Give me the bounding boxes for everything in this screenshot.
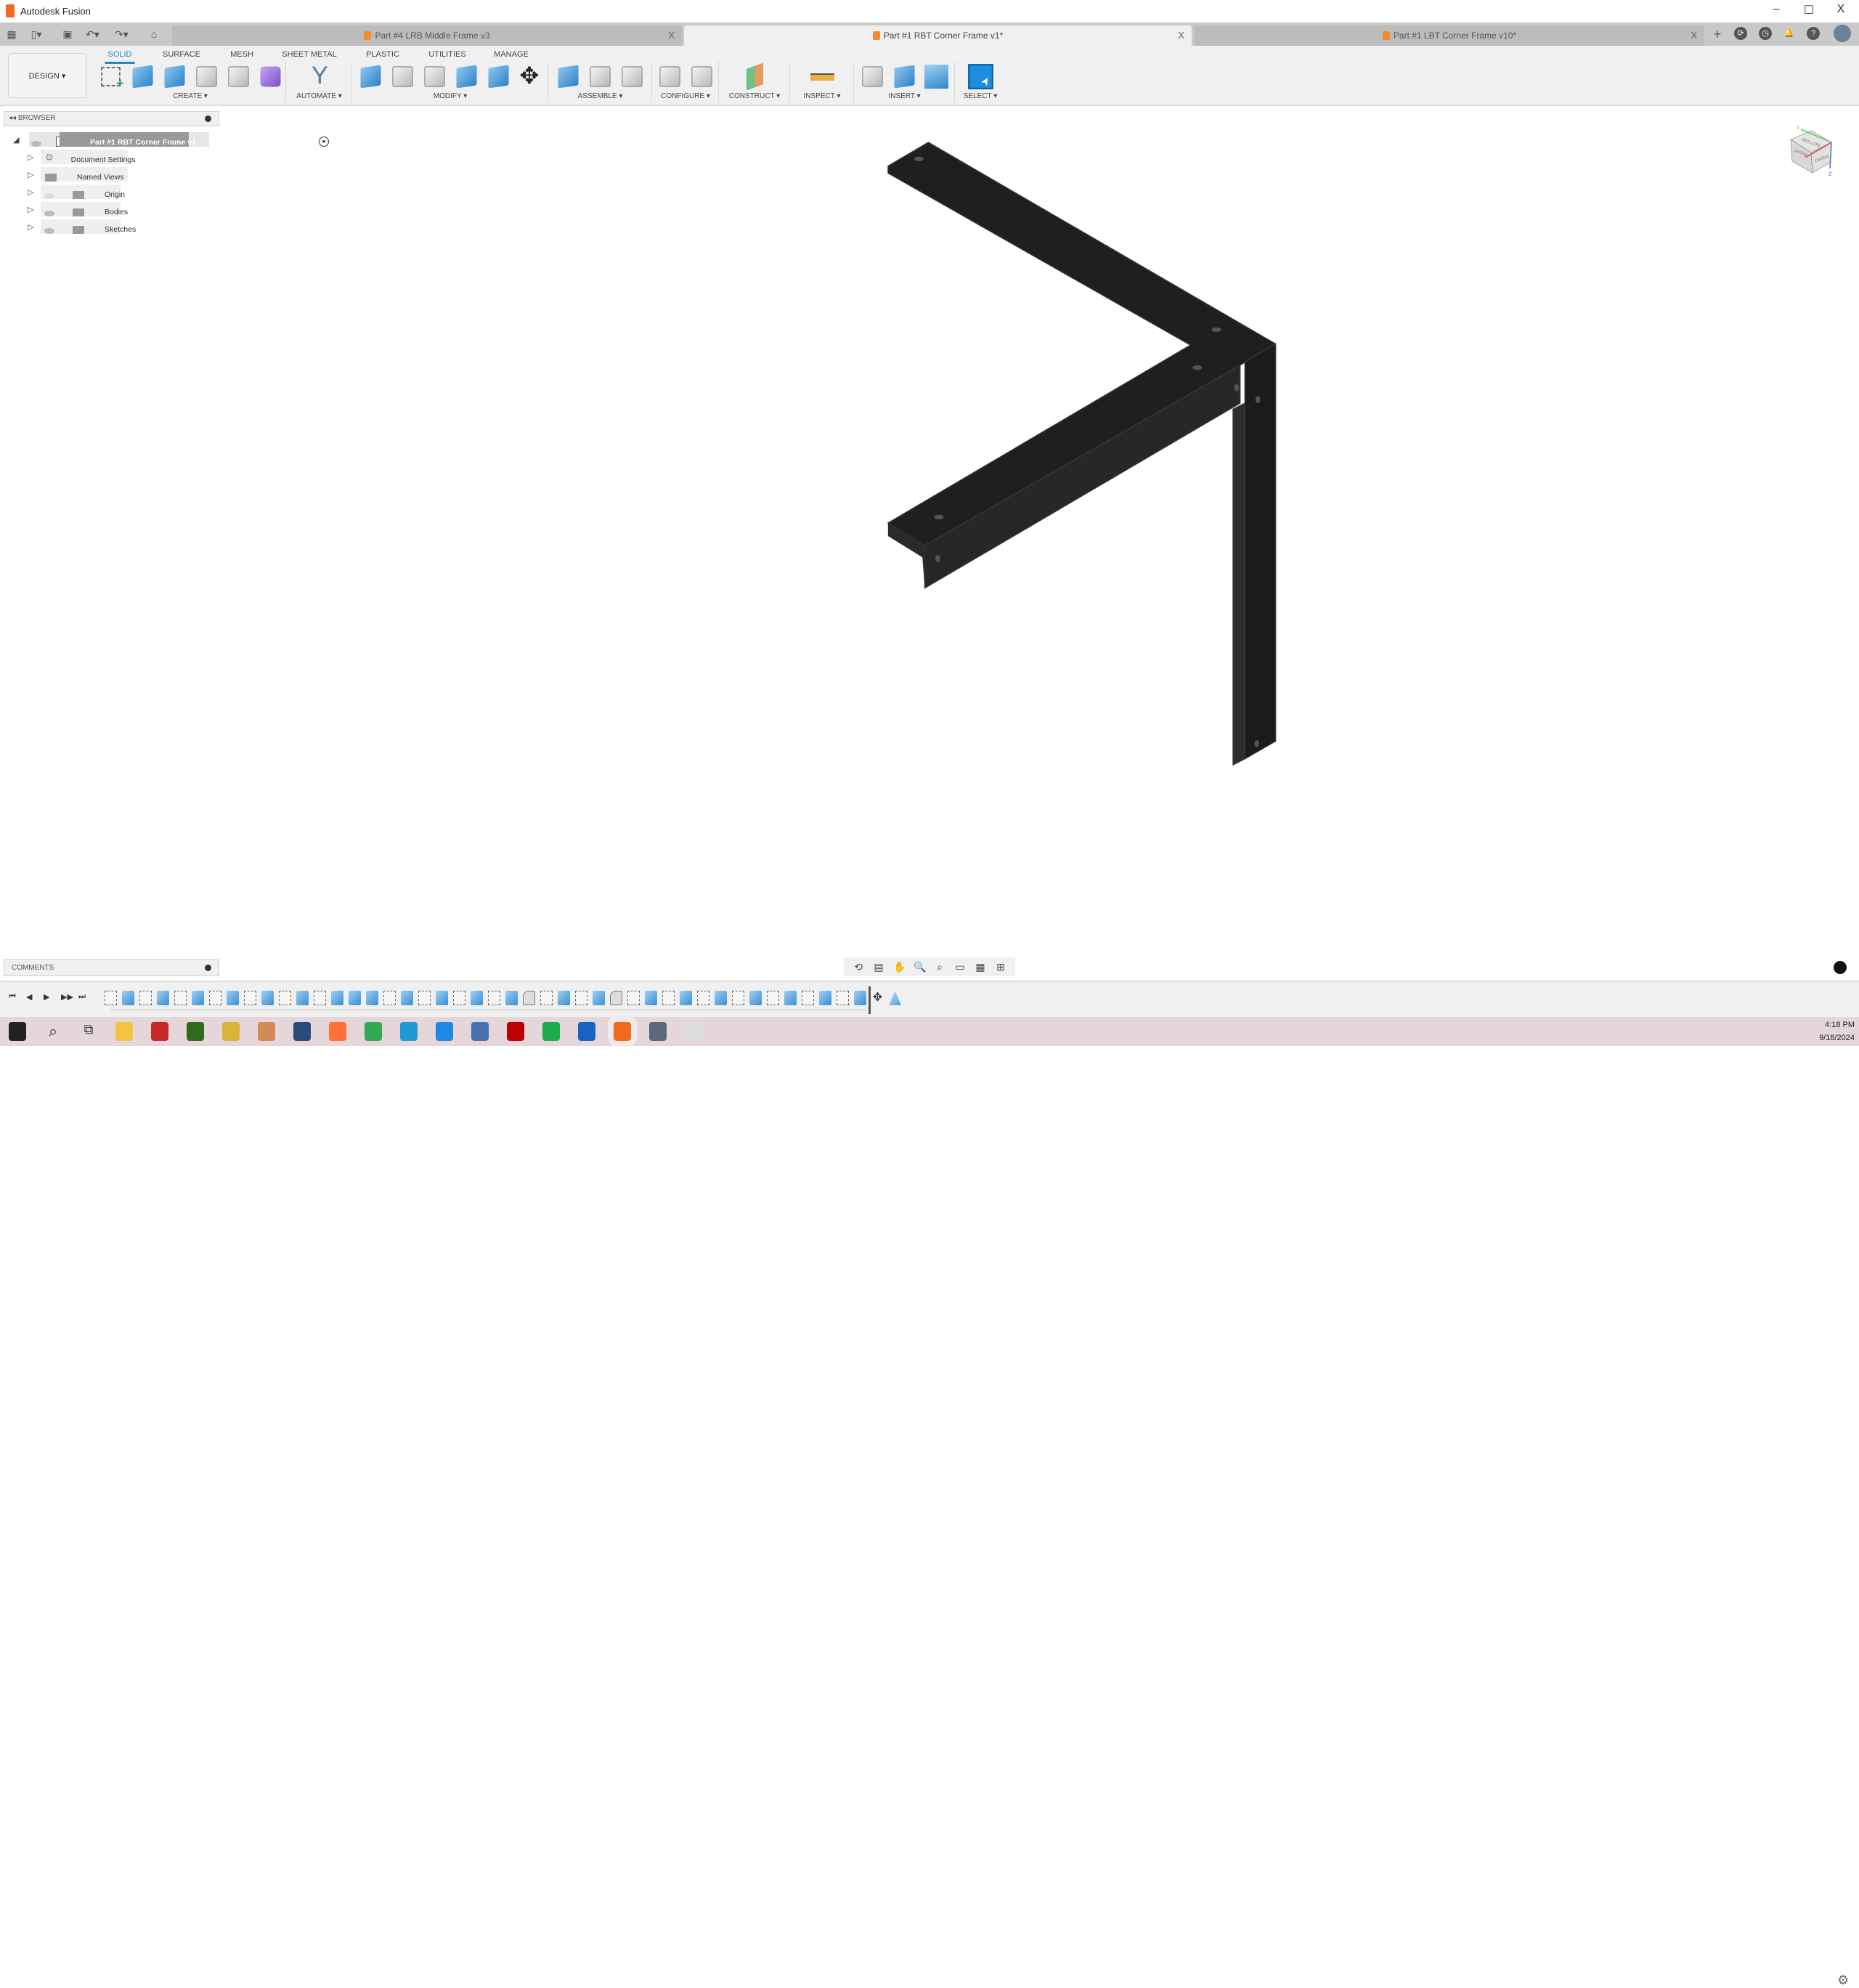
timeline-feature-extrude[interactable] xyxy=(401,991,413,1005)
timeline-feature-sketch[interactable] xyxy=(453,991,465,1005)
edge-icon[interactable] xyxy=(400,1022,418,1041)
es-app-icon[interactable] xyxy=(151,1022,168,1041)
timeline-settings-gear-icon[interactable]: ⚙ xyxy=(1837,1973,1849,1988)
timeline-feature-sketch[interactable] xyxy=(105,991,117,1005)
file-explorer-icon[interactable] xyxy=(115,1022,133,1041)
next-step-button[interactable]: ▶▶ xyxy=(61,992,73,1002)
timeline-feature-extrude[interactable] xyxy=(558,991,570,1005)
display-settings-icon[interactable]: ▭ xyxy=(954,961,966,973)
timeline-feature-extrude[interactable] xyxy=(680,991,692,1005)
ss-app-icon[interactable] xyxy=(187,1022,204,1041)
editor-icon[interactable] xyxy=(222,1022,240,1041)
timeline-feature-extrude[interactable] xyxy=(261,991,274,1005)
timeline-feature-extrude[interactable] xyxy=(645,991,657,1005)
timeline-feature-extrude[interactable] xyxy=(749,991,762,1005)
timeline-feature-sketch[interactable] xyxy=(540,991,553,1005)
paint-icon[interactable] xyxy=(258,1022,275,1041)
vpn-icon[interactable] xyxy=(293,1022,311,1041)
timeline-feature-sketch[interactable] xyxy=(662,991,675,1005)
windows-taskbar: ⌕ ⧉ xyxy=(0,1016,1859,1047)
filezilla-icon[interactable] xyxy=(507,1022,524,1041)
network-icon[interactable] xyxy=(471,1022,489,1041)
vscode-icon[interactable] xyxy=(436,1022,453,1041)
pan-icon[interactable]: ✋ xyxy=(893,961,906,973)
chrome-icon[interactable] xyxy=(365,1022,382,1041)
timeline-feature-extrude[interactable] xyxy=(296,991,309,1005)
search-icon[interactable]: ⌕ xyxy=(44,1022,62,1041)
timeline-marker[interactable] xyxy=(869,986,871,1014)
bracket-leg-front xyxy=(1232,402,1245,766)
firefox-icon[interactable] xyxy=(329,1022,346,1041)
timeline-feature-sketch[interactable] xyxy=(314,991,326,1005)
model-viewport[interactable] xyxy=(0,0,1859,1046)
grid-settings-icon[interactable]: ▦ xyxy=(975,961,986,973)
timeline-feature-extrude[interactable] xyxy=(192,991,204,1005)
timeline-feature-sketch[interactable] xyxy=(697,991,709,1005)
timeline-feature-extrude[interactable] xyxy=(593,991,605,1005)
bracket-leg-side xyxy=(1244,343,1277,760)
view-cube[interactable]: BOTTOM FRONT RIGHT X Y Z xyxy=(1785,123,1837,182)
viewports-icon[interactable]: ⊞ xyxy=(995,961,1006,973)
axis-z-label: Z xyxy=(1829,172,1832,177)
comments-title: COMMENTS xyxy=(12,964,54,972)
look-at-icon[interactable]: ▤ xyxy=(873,961,884,973)
play-button[interactable]: ▶ xyxy=(44,992,49,1002)
timeline-feature-extrude[interactable] xyxy=(819,991,831,1005)
clock-date: 9/18/2024 xyxy=(1819,1034,1855,1042)
first-step-button[interactable]: ⏮ xyxy=(9,992,16,1002)
timeline-feature-extrude[interactable] xyxy=(157,991,169,1005)
timeline-feature-sketch[interactable] xyxy=(732,991,744,1005)
timeline-feature-extrude[interactable] xyxy=(784,991,797,1005)
timeline-feature-sketch[interactable] xyxy=(209,991,221,1005)
axis-x-label: X xyxy=(1804,155,1807,160)
timeline-feature-extrude[interactable] xyxy=(366,991,378,1005)
clock-time: 4:18 PM xyxy=(1825,1021,1855,1029)
timeline-feature-extrude[interactable] xyxy=(349,991,361,1005)
timeline-feature-draft[interactable] xyxy=(889,991,901,1005)
timeline: ⏮ ◀ ▶ ▶▶ ⏭ ✥ ⚙ xyxy=(0,981,1859,1987)
timeline-feature-sketch[interactable] xyxy=(575,991,587,1005)
timeline-feature-sketch[interactable] xyxy=(837,991,849,1005)
timeline-feature-extrude[interactable] xyxy=(436,991,448,1005)
timeline-feature-extrude[interactable] xyxy=(715,991,727,1005)
chat-icon[interactable] xyxy=(1834,961,1847,974)
timeline-feature-extrude[interactable] xyxy=(505,991,518,1005)
zoom-icon[interactable]: 🔍 xyxy=(914,961,926,973)
timeline-feature-extrude[interactable] xyxy=(122,991,134,1005)
fusion-icon[interactable] xyxy=(608,1016,637,1047)
timeline-feature-sketch[interactable] xyxy=(802,991,814,1005)
timeline-feature-fillet[interactable] xyxy=(610,991,622,1005)
gimp-icon[interactable] xyxy=(685,1022,702,1041)
timeline-feature-fillet[interactable] xyxy=(523,991,535,1005)
timeline-feature-extrude[interactable] xyxy=(471,991,483,1005)
comments-expand-icon[interactable] xyxy=(205,965,211,971)
timeline-feature-sketch[interactable] xyxy=(139,991,152,1005)
timeline-feature-move[interactable]: ✥ xyxy=(871,991,884,1005)
timeline-feature-extrude[interactable] xyxy=(227,991,239,1005)
system-clock[interactable]: 4:18 PM 9/18/2024 xyxy=(1819,1018,1855,1044)
navigation-bar: ⟲ ▤ ✋ 🔍 ⌕ ▭ ▦ ⊞ xyxy=(844,957,1015,976)
timeline-feature-extrude[interactable] xyxy=(854,991,866,1005)
start-icon[interactable] xyxy=(9,1022,26,1041)
timeline-feature-sketch[interactable] xyxy=(279,991,291,1005)
previous-step-button[interactable]: ◀ xyxy=(26,992,32,1002)
timeline-feature-sketch[interactable] xyxy=(627,991,640,1005)
calculator-icon[interactable] xyxy=(649,1022,667,1041)
comments-panel[interactable]: COMMENTS xyxy=(4,959,219,976)
orbit-icon[interactable]: ⟲ xyxy=(853,961,864,973)
timeline-feature-sketch[interactable] xyxy=(383,991,396,1005)
timeline-feature-sketch[interactable] xyxy=(488,991,500,1005)
axis-y-label: Y xyxy=(1797,126,1800,131)
sheets-icon[interactable] xyxy=(542,1022,560,1041)
c-app-icon[interactable] xyxy=(578,1022,595,1041)
task-view-icon[interactable]: ⧉ xyxy=(80,1022,97,1041)
timeline-feature-sketch[interactable] xyxy=(767,991,779,1005)
timeline-feature-extrude[interactable] xyxy=(331,991,343,1005)
timeline-feature-sketch[interactable] xyxy=(174,991,187,1005)
last-step-button[interactable]: ⏭ xyxy=(78,992,86,1002)
fit-icon[interactable]: ⌕ xyxy=(934,961,945,973)
timeline-feature-sketch[interactable] xyxy=(244,991,256,1005)
timeline-feature-sketch[interactable] xyxy=(418,991,431,1005)
